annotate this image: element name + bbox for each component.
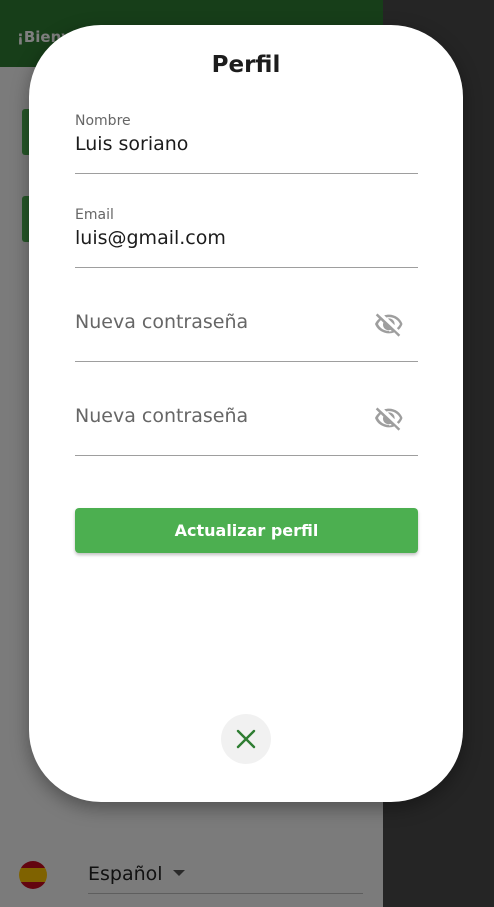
name-input[interactable]	[75, 133, 375, 155]
update-profile-button[interactable]: Actualizar perfil	[75, 508, 418, 553]
close-icon	[236, 729, 256, 749]
close-dialog-button[interactable]	[221, 714, 271, 764]
email-field: Email	[75, 207, 418, 268]
new-password-field	[75, 307, 418, 362]
profile-dialog: Perfil Nombre Email Actua	[29, 25, 463, 802]
confirm-password-field	[75, 401, 418, 456]
name-label: Nombre	[75, 113, 131, 129]
eye-off-icon[interactable]	[374, 403, 404, 433]
dialog-title: Perfil	[211, 52, 281, 78]
confirm-password-input[interactable]	[75, 405, 355, 427]
screen: ¡Bienv Español Perfil Nombre Email	[0, 0, 494, 907]
email-input[interactable]	[75, 227, 375, 249]
email-label: Email	[75, 207, 114, 223]
eye-off-icon[interactable]	[374, 309, 404, 339]
new-password-input[interactable]	[75, 311, 355, 333]
name-field: Nombre	[75, 113, 418, 174]
